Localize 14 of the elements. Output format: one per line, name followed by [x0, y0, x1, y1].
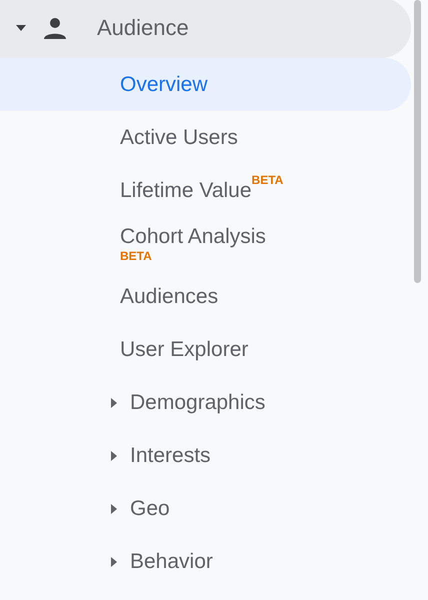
beta-label: BETA — [252, 172, 284, 186]
nav-group[interactable]: Demographics — [0, 376, 411, 429]
scrollbar-thumb[interactable] — [414, 0, 421, 283]
nav-group[interactable]: Geo — [0, 482, 411, 535]
nav-item[interactable]: Audiences — [0, 270, 411, 323]
nav-item[interactable]: User Explorer — [0, 323, 411, 376]
audience-section-header[interactable]: Audience — [0, 0, 411, 58]
person-icon — [43, 16, 67, 40]
nav-group[interactable]: Interests — [0, 429, 411, 482]
nav-item[interactable]: Cohort Analysis BETA — [0, 217, 411, 270]
nav-item[interactable]: Active Users — [0, 111, 411, 164]
nav-item[interactable]: Overview — [0, 58, 411, 111]
beta-label: BETA — [120, 248, 152, 262]
nav-group[interactable]: Behavior — [0, 535, 411, 588]
